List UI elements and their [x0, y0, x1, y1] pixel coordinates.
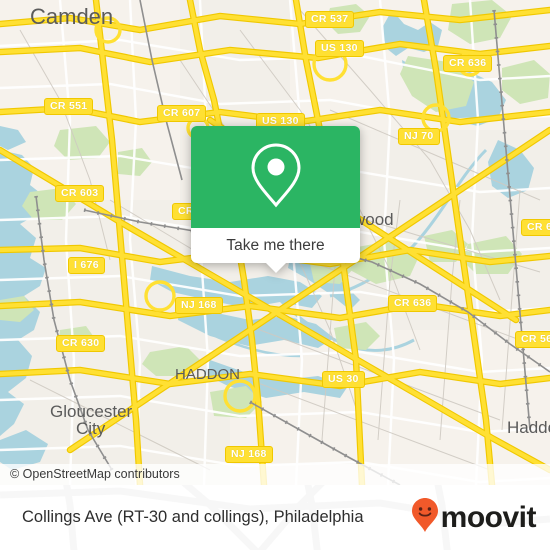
- location-title: Collings Ave (RT-30 and collings), Phila…: [22, 508, 364, 526]
- road-shield: US 130: [315, 40, 364, 57]
- road-shield: I 676: [68, 257, 105, 274]
- popup-card-pointer: [265, 263, 286, 273]
- road-shield: NJ 70: [398, 128, 440, 145]
- road-shield: CR 636: [443, 55, 493, 72]
- map-screenshot: CR 537 US 130 CR 636 CR 551 CR 607 US 130 NJ 7…: [0, 0, 550, 550]
- road-shield: CR 630: [56, 335, 106, 352]
- moovit-wordmark: moovit: [440, 500, 537, 534]
- place-label: HADDON: [175, 366, 241, 383]
- road-shield: CR 56: [515, 331, 550, 348]
- map-pin-icon: [250, 142, 302, 213]
- moovit-brand-logo[interactable]: moovit: [411, 485, 537, 550]
- road-shield: CR 551: [44, 98, 94, 115]
- road-shield: NJ 168: [175, 297, 223, 314]
- destination-popup-card[interactable]: Take me there: [191, 126, 360, 273]
- road-shield: US 30: [322, 371, 365, 388]
- place-label: City: [76, 419, 106, 438]
- map-attribution[interactable]: © OpenStreetMap contributors: [0, 464, 550, 485]
- road-shield: NJ 168: [225, 446, 273, 463]
- road-shield: CR 537: [305, 11, 355, 28]
- bottom-info-bar: Collings Ave (RT-30 and collings), Phila…: [0, 485, 550, 550]
- road-shield: CR 6: [521, 219, 550, 236]
- take-me-there-button[interactable]: Take me there: [226, 237, 324, 255]
- road-shield: CR 607: [157, 105, 207, 122]
- road-shield: CR 636: [388, 295, 438, 312]
- place-label: Camden: [30, 4, 114, 29]
- moovit-smiley-pin-icon: [411, 497, 439, 538]
- road-shield: CR 603: [55, 185, 105, 202]
- place-label: Haddo: [507, 418, 550, 437]
- popup-card-header: [191, 126, 360, 228]
- popup-card-footer[interactable]: Take me there: [191, 228, 360, 273]
